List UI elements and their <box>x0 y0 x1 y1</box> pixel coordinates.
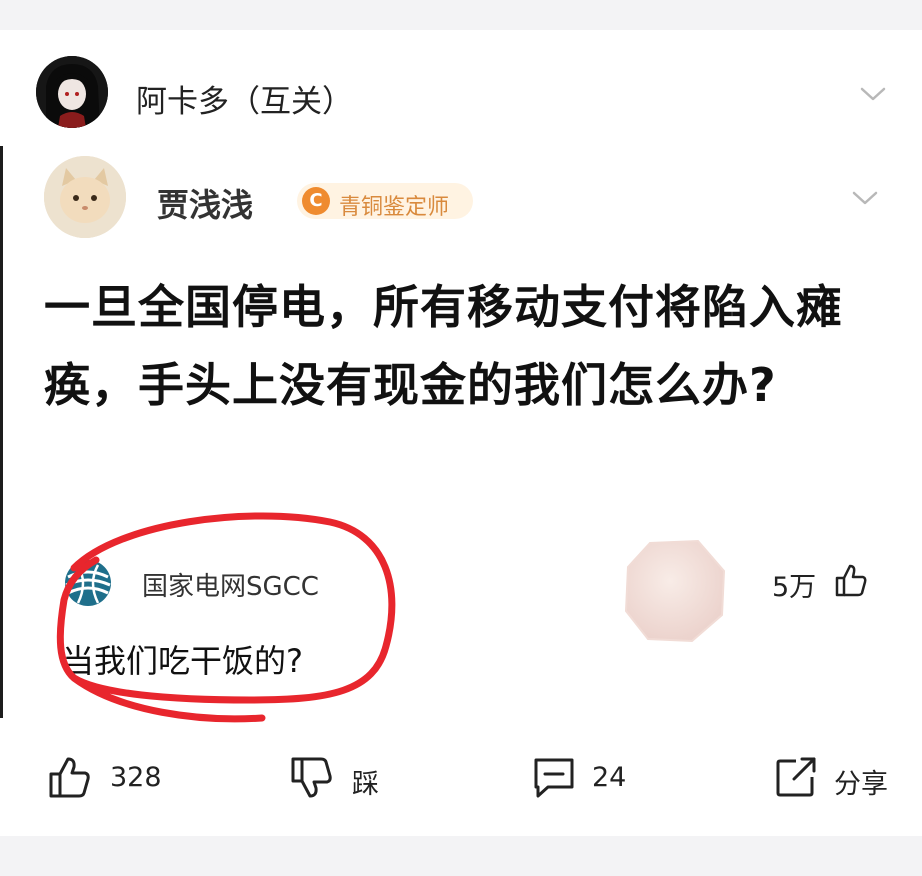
dislike-button[interactable]: 踩 <box>290 752 390 802</box>
thumbs-down-icon <box>291 757 332 798</box>
question-text[interactable]: 一旦全国停电，所有移动支付将陷入瘫痪，手头上没有现金的我们怎么办? <box>44 268 874 424</box>
avatar[interactable] <box>44 156 126 238</box>
answer-like-count: 5万 <box>772 572 817 603</box>
thumbs-up-icon[interactable] <box>834 562 868 598</box>
dislike-label: 踩 <box>352 769 379 800</box>
avatar[interactable] <box>36 56 108 128</box>
cat-avatar-icon <box>44 156 126 238</box>
anime-avatar-icon <box>36 56 108 128</box>
rank-badge[interactable]: C 青铜鉴定师 <box>297 183 473 220</box>
comment-count: 24 <box>592 762 627 793</box>
answer-author-name[interactable]: 国家电网SGCC <box>142 566 319 603</box>
post-author-name[interactable]: 阿卡多（互关） <box>136 76 353 121</box>
share-icon <box>776 757 816 797</box>
top-band <box>0 0 922 30</box>
decorative-blob-icon <box>624 539 726 643</box>
badge-c-icon: C <box>302 187 330 215</box>
bottom-band <box>0 836 922 876</box>
comment-icon <box>534 758 574 798</box>
quoted-author-name[interactable]: 贾浅浅 <box>157 180 253 226</box>
comment-button[interactable]: 24 <box>532 752 632 802</box>
sgcc-logo-icon <box>65 560 111 606</box>
like-count: 328 <box>110 762 162 793</box>
thumbs-up-icon <box>49 757 90 798</box>
chevron-down-icon[interactable] <box>860 86 886 102</box>
badge-label: 青铜鉴定师 <box>339 195 450 220</box>
chevron-down-icon[interactable] <box>852 190 878 206</box>
quoted-post-card[interactable] <box>0 146 922 718</box>
answer-text[interactable]: 当我们吃干饭的? <box>62 636 303 682</box>
share-button[interactable]: 分享 <box>774 752 894 802</box>
like-button[interactable]: 328 <box>48 752 178 802</box>
share-label: 分享 <box>834 769 888 800</box>
